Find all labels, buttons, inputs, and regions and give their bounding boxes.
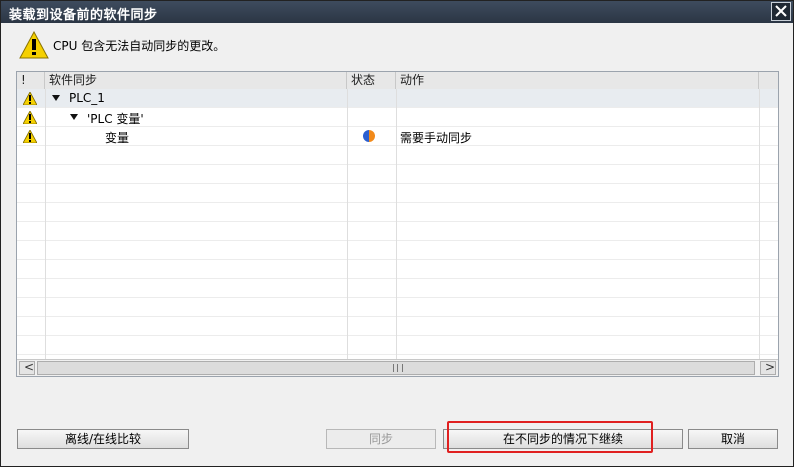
warning-icon — [19, 31, 49, 59]
sync-button[interactable]: 同步 — [326, 429, 436, 449]
empty-row — [17, 317, 778, 336]
partial-sync-icon — [363, 130, 375, 142]
scroll-right-icon: > — [765, 360, 776, 374]
empty-row — [17, 279, 778, 298]
row-warning — [17, 127, 45, 146]
expand-arrow-icon[interactable] — [52, 95, 60, 101]
column-header-spacer — [759, 72, 778, 89]
table-row[interactable]: 'PLC 变量' — [17, 108, 778, 127]
sync-dialog: 装载到设备前的软件同步 CPU 包含无法自动同步的更改。 ! 软件同步 状态 动… — [0, 0, 794, 467]
column-header-warning[interactable]: ! — [17, 72, 45, 89]
close-icon — [775, 5, 787, 17]
horizontal-scrollbar[interactable]: < > — [17, 359, 778, 376]
row-warning — [17, 89, 45, 108]
table-header: ! 软件同步 状态 动作 — [17, 72, 778, 90]
cancel-button[interactable]: 取消 — [688, 429, 778, 449]
title-bar: 装载到设备前的软件同步 — [1, 1, 793, 23]
row-warning — [17, 108, 45, 127]
warning-icon — [23, 111, 37, 124]
empty-row — [17, 222, 778, 241]
empty-row — [17, 298, 778, 317]
scroll-thumb[interactable] — [37, 361, 755, 375]
warning-icon — [23, 92, 37, 105]
warning-icon — [23, 130, 37, 143]
empty-row — [17, 203, 778, 222]
empty-row — [17, 241, 778, 260]
table-body: PLC_1 'PLC 变量' 变量 需要手动同步 — [17, 89, 778, 359]
dialog-message: CPU 包含无法自动同步的更改。 — [53, 39, 226, 53]
close-button[interactable] — [771, 2, 791, 21]
column-divider — [45, 89, 46, 359]
scroll-right-button[interactable]: > — [760, 360, 776, 375]
empty-row — [17, 165, 778, 184]
column-divider — [347, 89, 348, 359]
scroll-left-icon: < — [24, 360, 35, 374]
empty-row — [17, 146, 778, 165]
table-row[interactable]: 变量 需要手动同步 — [17, 127, 778, 146]
empty-row — [17, 336, 778, 355]
column-header-action[interactable]: 动作 — [396, 72, 759, 89]
column-header-status[interactable]: 状态 — [347, 72, 396, 89]
table-row[interactable]: PLC_1 — [17, 89, 778, 108]
grip-icon — [393, 364, 403, 372]
expand-arrow-icon[interactable] — [70, 114, 78, 120]
empty-row — [17, 260, 778, 279]
dialog-title: 装载到设备前的软件同步 — [9, 8, 158, 23]
column-header-sync[interactable]: 软件同步 — [45, 72, 347, 89]
sync-table: ! 软件同步 状态 动作 PLC_1 'PLC 变量' 变量 需要手动同步 < … — [16, 71, 779, 377]
highlight-annotation — [447, 421, 653, 453]
column-divider — [396, 89, 397, 359]
row-action: 需要手动同步 — [400, 131, 473, 145]
row-label: PLC_1 — [69, 91, 105, 105]
scroll-left-button[interactable]: < — [19, 360, 35, 375]
row-label: 'PLC 变量' — [87, 112, 144, 126]
empty-row — [17, 184, 778, 203]
row-label: 变量 — [105, 131, 130, 145]
column-divider — [759, 89, 760, 359]
compare-offline-online-button[interactable]: 离线/在线比较 — [17, 429, 189, 449]
